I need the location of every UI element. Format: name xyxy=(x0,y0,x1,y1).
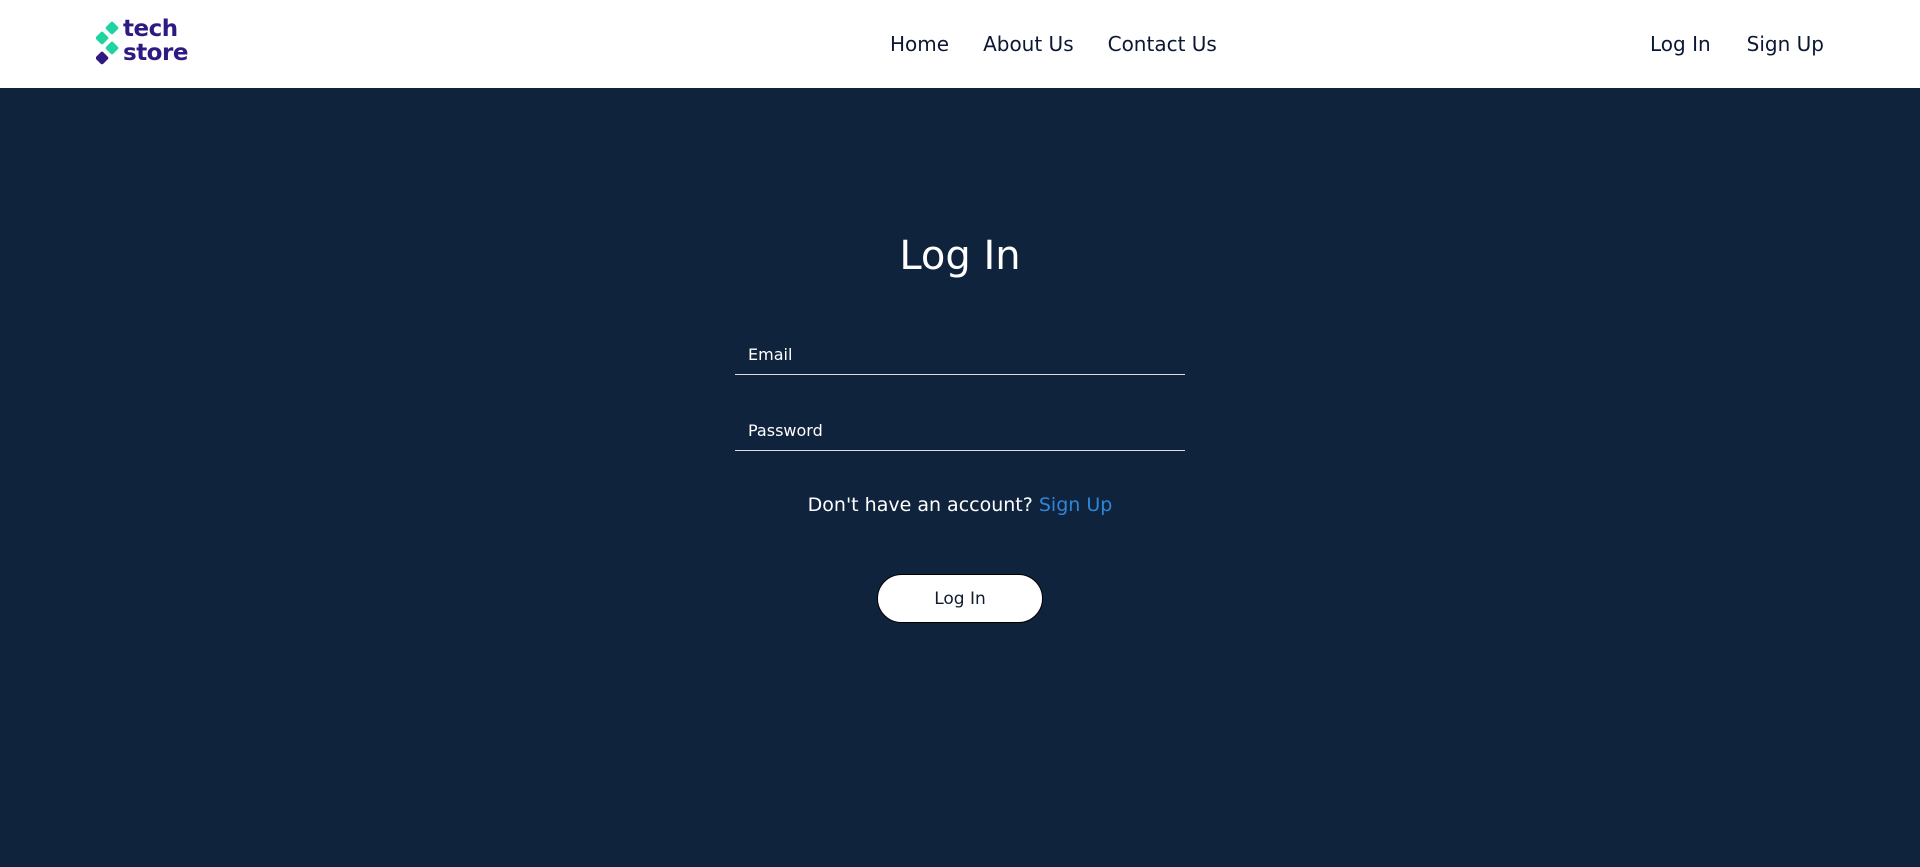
nav-link-about-us[interactable]: About Us xyxy=(983,30,1074,58)
password-input[interactable] xyxy=(735,411,1185,450)
main-nav: Home About Us Contact Us xyxy=(890,30,1217,58)
nav-link-home[interactable]: Home xyxy=(890,30,949,58)
signup-prompt-text: Don't have an account? xyxy=(807,494,1033,516)
signup-link[interactable]: Sign Up xyxy=(1039,494,1112,516)
signup-prompt: Don't have an account? Sign Up xyxy=(0,491,1920,519)
site-header: tech store Home About Us Contact Us Log … xyxy=(0,0,1920,88)
logo-line-tech: tech xyxy=(123,16,178,42)
email-field-wrapper xyxy=(735,335,1185,375)
logo-wordmark: tech store xyxy=(123,17,188,65)
page-title: Log In xyxy=(899,233,1021,279)
password-field-wrapper xyxy=(735,411,1185,451)
header-signup-link[interactable]: Sign Up xyxy=(1747,30,1824,58)
nav-link-contact-us[interactable]: Contact Us xyxy=(1108,30,1217,58)
brand-logo[interactable]: tech store xyxy=(96,17,196,66)
auth-links: Log In Sign Up xyxy=(1650,30,1824,58)
header-login-link[interactable]: Log In xyxy=(1650,30,1711,58)
logo-mark-icon xyxy=(96,21,119,65)
logo-line-store: store xyxy=(123,40,188,66)
email-input[interactable] xyxy=(735,335,1185,374)
login-submit-button[interactable]: Log In xyxy=(877,574,1043,623)
